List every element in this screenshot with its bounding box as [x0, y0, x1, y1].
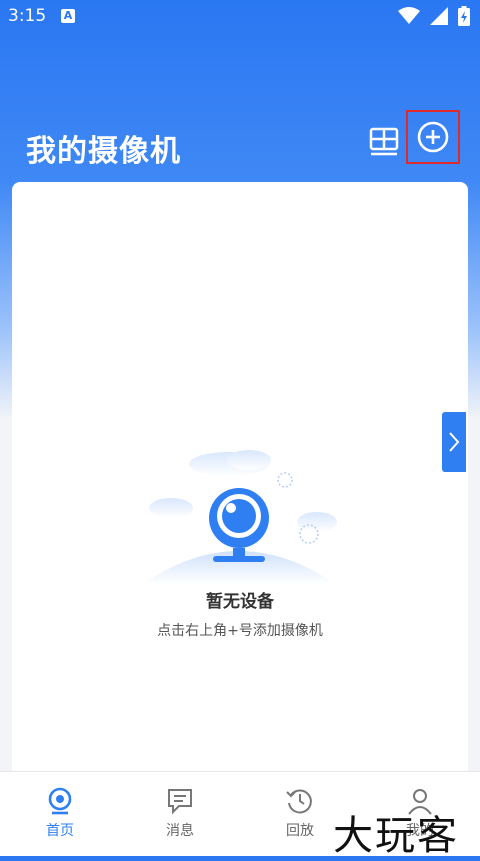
signal-icon: [430, 7, 448, 25]
message-icon: [168, 789, 192, 815]
empty-state-hint: 点击右上角+号添加摄像机: [157, 623, 323, 639]
header: 我的摄像机: [0, 110, 480, 176]
side-expand-tab[interactable]: [442, 412, 466, 472]
add-camera-button[interactable]: [406, 110, 460, 164]
grid-view-button[interactable]: [369, 126, 403, 160]
chevron-right-icon: [449, 432, 460, 452]
empty-state-title: 暂无设备: [206, 592, 274, 612]
tab-home-label: 首页: [46, 823, 74, 839]
tab-playback[interactable]: 回放: [260, 786, 340, 840]
page-title: 我的摄像机: [26, 134, 181, 169]
grid-layout-icon: [369, 127, 399, 156]
tab-home[interactable]: 首页: [20, 786, 100, 840]
tab-messages-label: 消息: [166, 823, 194, 839]
status-time: 3:15: [8, 6, 47, 26]
tab-playback-label: 回放: [286, 823, 314, 839]
camera-home-icon: [48, 787, 72, 815]
status-right-icons: [398, 6, 470, 26]
watermark-text: 大玩客: [333, 813, 459, 859]
notification-app-icon: A: [61, 9, 75, 23]
wifi-icon: [398, 7, 420, 24]
battery-charging-icon: [458, 6, 470, 26]
tab-messages[interactable]: 消息: [140, 786, 220, 840]
plus-circle-icon: [417, 121, 449, 153]
empty-camera-illustration: [143, 450, 337, 584]
history-icon: [286, 789, 312, 814]
status-bar: 3:15 A: [0, 0, 480, 34]
